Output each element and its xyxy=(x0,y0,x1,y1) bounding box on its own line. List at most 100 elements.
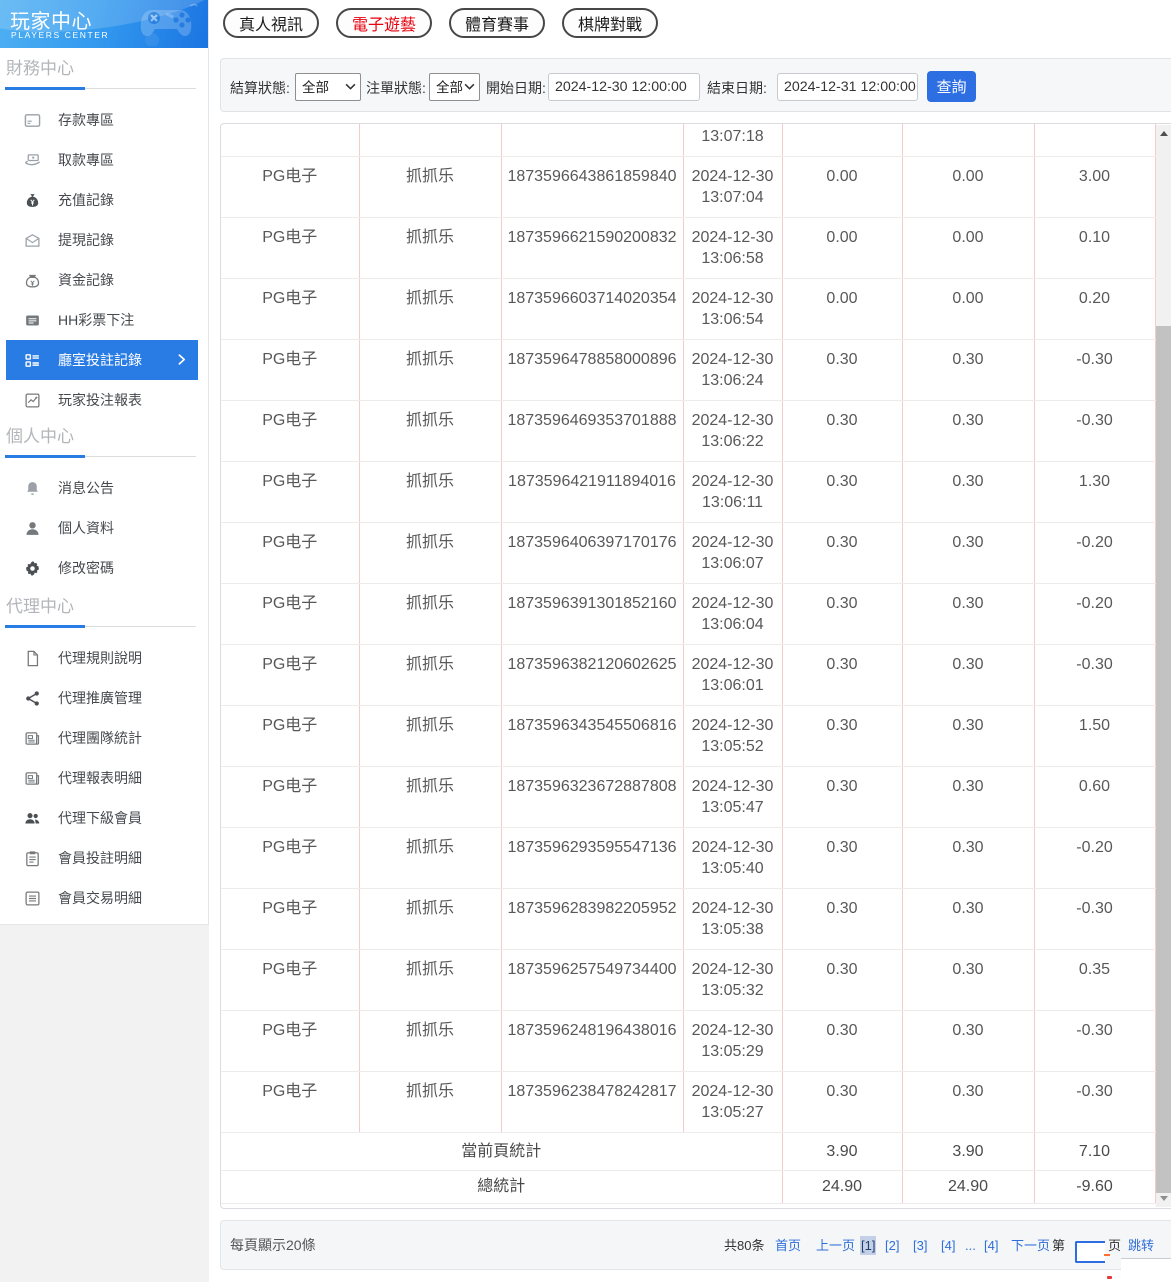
table-row: PG电子抓抓乐18735966037140203542024-12-30 13:… xyxy=(221,278,1155,339)
table-cell: PG电子 xyxy=(221,766,359,827)
table-cell: PG电子 xyxy=(221,217,359,278)
query-button[interactable]: 查詢 xyxy=(927,71,976,102)
prev-page-link[interactable]: 上一页 xyxy=(816,1237,855,1254)
table-cell: 抓抓乐 xyxy=(359,705,501,766)
sidebar-item-report[interactable]: 代理團隊統計 xyxy=(6,718,198,758)
table-cell: 0.60 xyxy=(1034,766,1155,827)
page-link-3[interactable]: [3] xyxy=(913,1237,927,1254)
next-page-link[interactable]: 下一页 xyxy=(1011,1237,1050,1254)
table-row: PG电子抓抓乐18735964788580008962024-12-30 13:… xyxy=(221,339,1155,400)
scrollbar-up-arrow-icon[interactable] xyxy=(1156,125,1171,142)
sidebar-section-title: 個人中心 xyxy=(0,425,208,449)
sidebar-item-player-report[interactable]: 玩家投注報表 xyxy=(6,380,198,420)
sidebar-item-label: 代理推廣管理 xyxy=(58,688,142,708)
table-cell: -0.20 xyxy=(1034,583,1155,644)
table-cell: 0.30 xyxy=(782,888,902,949)
table-cell: 0.30 xyxy=(902,949,1034,1010)
jump-action-link[interactable]: 跳转 xyxy=(1128,1237,1154,1254)
table-cell: 0.30 xyxy=(782,400,902,461)
table-cell: 1873596343545506816 xyxy=(501,705,683,766)
table-cell: 2024-12-30 13:06:07 xyxy=(683,522,782,583)
last-page-link[interactable]: [4] xyxy=(984,1237,998,1254)
ellipsis-label: ... xyxy=(965,1237,976,1254)
bell-icon xyxy=(24,480,41,497)
table-cell: 2024-12-30 13:06:01 xyxy=(683,644,782,705)
table-cell: 1873596421911894016 xyxy=(501,461,683,522)
table-cell: 2024-12-30 13:06:24 xyxy=(683,339,782,400)
table-cell: 0.00 xyxy=(782,278,902,339)
table-cell: 0.30 xyxy=(902,522,1034,583)
scrollbar-down-arrow-icon[interactable] xyxy=(1156,1190,1171,1207)
table-cell: 2024-12-30 13:06:54 xyxy=(683,278,782,339)
summary-row-total: 總統計24.9024.90-9.60 xyxy=(221,1170,1155,1203)
sidebar-item-clipboard[interactable]: 會員投註明細 xyxy=(6,838,198,878)
table-cell: 0.30 xyxy=(782,827,902,888)
table-cell: PG电子 xyxy=(221,278,359,339)
table-cell: PG电子 xyxy=(221,827,359,888)
sidebar-item-people[interactable]: 代理下級會員 xyxy=(6,798,198,838)
table-cell: PG电子 xyxy=(221,156,359,217)
table-cell: 0.30 xyxy=(782,583,902,644)
sidebar-item-list[interactable]: 會員交易明細 xyxy=(6,878,198,918)
end-date-input[interactable] xyxy=(777,73,918,101)
sidebar-section: 財務中心存款專區取款專區充值記錄提現記錄資金記錄HH彩票下注廳室投註記錄玩家投注… xyxy=(0,48,208,420)
sidebar-item-gear[interactable]: 修改密碼 xyxy=(6,548,198,588)
sidebar-item-deposit[interactable]: 存款專區 xyxy=(6,100,198,140)
table-cell: 抓抓乐 xyxy=(359,278,501,339)
cell-empty xyxy=(221,124,359,156)
sidebar-item-document[interactable]: 代理規則說明 xyxy=(6,638,198,678)
settle-status-select[interactable]: 全部 xyxy=(295,73,361,101)
table-cell: 2024-12-30 13:05:47 xyxy=(683,766,782,827)
table-cell: 3.00 xyxy=(1034,156,1155,217)
table-row: PG电子抓抓乐18735966215902008322024-12-30 13:… xyxy=(221,217,1155,278)
table-cell: 2024-12-30 13:06:58 xyxy=(683,217,782,278)
summary-row-current-page: 當前頁統計3.903.907.10 xyxy=(221,1132,1155,1170)
order-status-select[interactable]: 全部 xyxy=(429,73,480,101)
tab-體育賽事[interactable]: 體育賽事 xyxy=(449,8,545,38)
start-date-input[interactable] xyxy=(548,73,700,101)
sidebar-item-withdraw[interactable]: 取款專區 xyxy=(6,140,198,180)
tab-電子遊藝[interactable]: 電子遊藝 xyxy=(336,8,432,38)
sidebar-item-hall-bet-record[interactable]: 廳室投註記錄 xyxy=(6,340,198,380)
cell-empty xyxy=(1034,124,1155,156)
table-cell: 0.30 xyxy=(902,888,1034,949)
sidebar-header: 玩家中心 PLAYERS CENTER xyxy=(0,0,208,48)
page-link-1[interactable]: [1] xyxy=(860,1236,876,1255)
table-cell: 抓抓乐 xyxy=(359,827,501,888)
sidebar-item-lottery-bet[interactable]: HH彩票下注 xyxy=(6,300,198,340)
sidebar-item-label: 修改密碼 xyxy=(58,558,114,578)
tab-棋牌對戰[interactable]: 棋牌對戰 xyxy=(562,8,658,38)
sidebar-item-report[interactable]: 代理報表明細 xyxy=(6,758,198,798)
table-cell: 1873596382120602625 xyxy=(501,644,683,705)
table-cell: 0.30 xyxy=(902,827,1034,888)
table-cell: 1873596406397170176 xyxy=(501,522,683,583)
sidebar-item-funds-record[interactable]: 資金記錄 xyxy=(6,260,198,300)
table-cell: 0.30 xyxy=(782,1010,902,1071)
sidebar-item-bell[interactable]: 消息公告 xyxy=(6,468,198,508)
sidebar-item-withdrawal-record[interactable]: 提現記錄 xyxy=(6,220,198,260)
page-link-4[interactable]: [4] xyxy=(941,1237,955,1254)
table-cell: 0.00 xyxy=(902,278,1034,339)
withdrawal-record-icon xyxy=(24,232,41,249)
app-subtitle: PLAYERS CENTER xyxy=(11,30,109,40)
table-cell: 1.50 xyxy=(1034,705,1155,766)
table-cell: 0.30 xyxy=(782,461,902,522)
table-cell: 0.30 xyxy=(902,400,1034,461)
page-link-2[interactable]: [2] xyxy=(885,1237,899,1254)
table-cell: 抓抓乐 xyxy=(359,156,501,217)
jump-page-input[interactable] xyxy=(1075,1241,1105,1263)
people-icon xyxy=(24,810,41,827)
table-viewport: 13:07:18PG电子抓抓乐18735966438618598402024-1… xyxy=(221,124,1157,1208)
table-cell: 1873596248196438016 xyxy=(501,1010,683,1071)
sidebar-item-recharge-record[interactable]: 充值記錄 xyxy=(6,180,198,220)
cell-empty xyxy=(359,124,501,156)
scrollbar-thumb[interactable] xyxy=(1156,326,1171,1193)
sidebar-item-share[interactable]: 代理推廣管理 xyxy=(6,678,198,718)
first-page-link[interactable]: 首页 xyxy=(775,1237,801,1254)
vertical-scrollbar[interactable] xyxy=(1156,125,1171,1207)
jump-suffix-label: 页 xyxy=(1108,1237,1121,1254)
tab-真人視訊[interactable]: 真人視訊 xyxy=(223,8,319,38)
order-status-label: 注單狀態: xyxy=(366,78,426,98)
sidebar-item-person[interactable]: 個人資料 xyxy=(6,508,198,548)
gear-icon xyxy=(24,560,41,577)
